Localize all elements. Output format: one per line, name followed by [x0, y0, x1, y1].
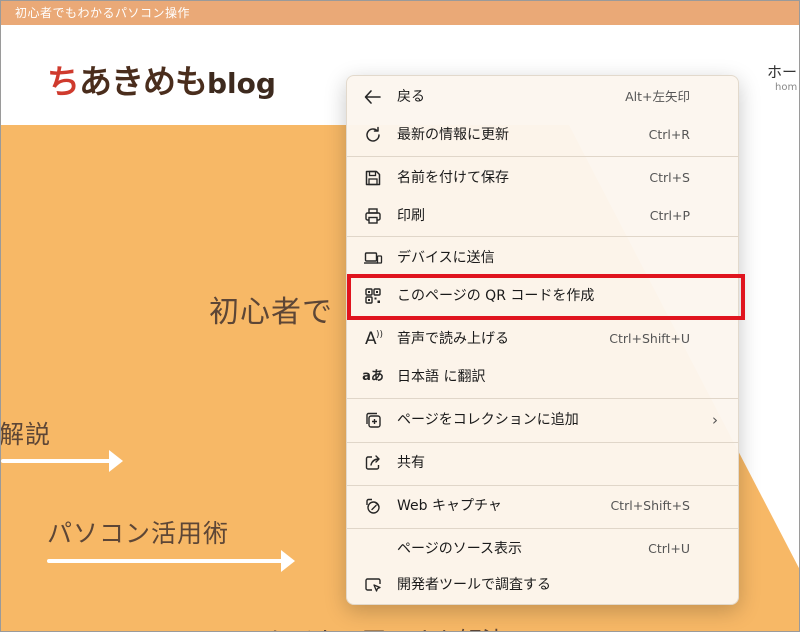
menu-separator — [347, 528, 738, 529]
logo-text: あきめも — [79, 62, 208, 101]
refresh-icon — [363, 125, 383, 145]
banner-title: 初心者でもわかるパソコン操作 — [15, 6, 191, 20]
nav-home-link[interactable]: ホー — [767, 61, 797, 82]
collections-icon — [363, 410, 383, 430]
site-banner: 初心者でもわかるパソコン操作 — [1, 1, 799, 25]
save-icon — [363, 168, 383, 188]
menu-separator — [347, 398, 738, 399]
hero-link-label-1[interactable]: 解説 — [1, 415, 51, 451]
web-capture-icon — [363, 496, 383, 516]
menu-item-label: 日本語 に翻訳 — [397, 369, 486, 385]
menu-item-shortcut: Ctrl+Shift+S — [610, 498, 690, 513]
browser-context-menu: 戻る Alt+左矢印 最新の情報に更新 Ctrl+R 名前を付けて保存 Ctrl… — [346, 75, 739, 605]
menu-item-refresh[interactable]: 最新の情報に更新 Ctrl+R — [351, 118, 736, 152]
menu-item-shortcut: Ctrl+U — [648, 541, 690, 556]
browser-viewport: 初心者でもわかるパソコン操作 ちあきめもblog ホー hom 初心者で 解説 … — [0, 0, 800, 632]
share-icon — [363, 453, 383, 473]
menu-item-translate[interactable]: aあ 日本語 に翻訳 — [351, 360, 736, 394]
printer-icon — [363, 206, 383, 226]
menu-item-label: ページのソース表示 — [397, 541, 523, 557]
menu-item-shortcut: Ctrl+S — [649, 170, 690, 185]
menu-item-label: デバイスに送信 — [397, 250, 495, 266]
logo-suffix: blog — [207, 67, 276, 100]
qr-code-item-highlight-box — [347, 274, 745, 320]
logo-first-char: ち — [47, 62, 80, 101]
chevron-right-icon: › — [712, 411, 718, 429]
menu-item-view-source[interactable]: ページのソース表示 Ctrl+U — [351, 532, 736, 566]
translate-icon: aあ — [362, 369, 384, 384]
menu-item-label: 開発者ツールで調査する — [397, 577, 551, 593]
menu-separator — [347, 485, 738, 486]
nav-home-sublabel: hom — [775, 82, 798, 93]
menu-item-web-capture[interactable]: Web キャプチャ Ctrl+Shift+S — [351, 489, 736, 523]
menu-item-back[interactable]: 戻る Alt+左矢印 — [351, 80, 736, 114]
menu-item-save-as[interactable]: 名前を付けて保存 Ctrl+S — [351, 161, 736, 195]
menu-item-shortcut: Ctrl+R — [648, 127, 690, 142]
menu-item-shortcut: Ctrl+P — [649, 208, 690, 223]
devtools-icon — [363, 575, 383, 595]
menu-item-send-to-device[interactable]: デバイスに送信 — [351, 241, 736, 275]
hero-arrow-2 — [47, 550, 295, 572]
menu-item-label: 戻る — [397, 89, 425, 105]
menu-item-shortcut: Ctrl+Shift+U — [609, 331, 690, 346]
menu-item-label: 音声で読み上げる — [397, 331, 509, 347]
menu-item-print[interactable]: 印刷 Ctrl+P — [351, 199, 736, 233]
hero-arrow-1 — [1, 450, 123, 472]
hero-bottom-partial-text: トイカン田ーオキ解決 — [266, 621, 506, 631]
menu-item-label: Web キャプチャ — [397, 498, 502, 514]
hero-title: 初心者で — [209, 295, 333, 330]
menu-separator — [347, 236, 738, 237]
menu-item-inspect-devtools[interactable]: 開発者ツールで調査する — [351, 568, 736, 602]
menu-item-label: 名前を付けて保存 — [397, 170, 509, 186]
menu-item-add-to-collections[interactable]: ページをコレクションに追加 › — [351, 403, 736, 437]
back-arrow-icon — [363, 87, 383, 107]
menu-item-read-aloud[interactable]: A)) 音声で読み上げる Ctrl+Shift+U — [351, 322, 736, 356]
menu-item-label: ページをコレクションに追加 — [397, 412, 579, 428]
menu-item-shortcut: Alt+左矢印 — [625, 89, 690, 104]
menu-separator — [347, 156, 738, 157]
menu-item-share[interactable]: 共有 — [351, 446, 736, 480]
hero-link-label-2[interactable]: パソコン活用術 — [47, 514, 229, 550]
menu-item-label: 最新の情報に更新 — [397, 127, 509, 143]
menu-item-label: 印刷 — [397, 208, 425, 224]
menu-separator — [347, 442, 738, 443]
site-logo[interactable]: ちあきめもblog — [47, 55, 276, 103]
menu-item-label: 共有 — [397, 455, 425, 471]
device-icon — [363, 248, 383, 268]
read-aloud-icon: A)) — [365, 329, 384, 349]
